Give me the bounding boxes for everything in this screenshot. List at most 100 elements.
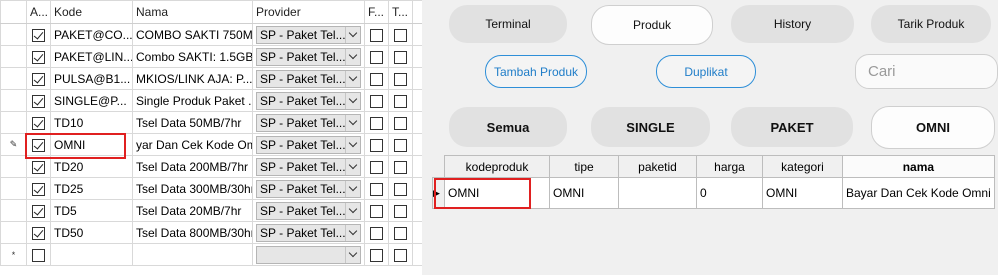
active-checkbox[interactable] xyxy=(32,226,45,240)
f-cell[interactable] xyxy=(364,177,389,200)
row-header[interactable] xyxy=(0,221,27,244)
f-checkbox[interactable] xyxy=(370,182,383,196)
row-header[interactable]: ✎ xyxy=(0,133,27,156)
t-checkbox[interactable] xyxy=(394,160,407,174)
t-cell[interactable] xyxy=(388,111,413,134)
filter-single-button[interactable]: SINGLE xyxy=(591,107,710,147)
t-checkbox[interactable] xyxy=(394,116,407,130)
chevron-down-icon[interactable] xyxy=(345,180,360,197)
row-header[interactable] xyxy=(0,199,27,222)
provider-cell[interactable]: SP - Paket Tel... xyxy=(252,199,365,222)
column-header-active[interactable]: A... xyxy=(26,0,51,24)
t-checkbox[interactable] xyxy=(394,28,407,42)
chevron-down-icon[interactable] xyxy=(345,70,360,87)
nama-cell[interactable]: Single Produk Paket ... xyxy=(132,89,253,112)
active-cell[interactable] xyxy=(26,23,51,46)
result-column-harga[interactable]: harga xyxy=(696,155,763,178)
row-header[interactable] xyxy=(0,111,27,134)
provider-cell[interactable]: SP - Paket Tel... xyxy=(252,177,365,200)
table-row[interactable]: SINGLE@P... Single Produk Paket ... SP - P… xyxy=(0,89,422,112)
chevron-down-icon[interactable] xyxy=(345,158,360,175)
column-header-provider[interactable]: Provider xyxy=(252,0,365,24)
nama-cell[interactable] xyxy=(132,243,253,266)
filter-paket-button[interactable]: PAKET xyxy=(731,107,853,147)
kode-cell[interactable]: TD50 xyxy=(50,221,133,244)
f-cell[interactable] xyxy=(364,89,389,112)
f-cell[interactable] xyxy=(364,133,389,156)
active-checkbox[interactable] xyxy=(32,248,45,262)
result-column-nama[interactable]: nama xyxy=(842,155,995,178)
column-header-nama[interactable]: Nama xyxy=(132,0,253,24)
tab-produk[interactable]: Produk xyxy=(591,5,713,45)
active-checkbox[interactable] xyxy=(32,182,45,196)
row-header[interactable] xyxy=(0,23,27,46)
f-checkbox[interactable] xyxy=(370,204,383,218)
nama-cell[interactable]: Tsel Data 20MB/7hr xyxy=(132,199,253,222)
chevron-down-icon[interactable] xyxy=(345,114,360,131)
chevron-down-icon[interactable] xyxy=(345,48,360,65)
t-checkbox[interactable] xyxy=(394,226,407,240)
provider-cell[interactable]: SP - Paket Tel... xyxy=(252,89,365,112)
f-checkbox[interactable] xyxy=(370,72,383,86)
provider-cell[interactable]: SP - Paket Tel... xyxy=(252,155,365,178)
t-cell[interactable] xyxy=(388,155,413,178)
f-cell[interactable] xyxy=(364,155,389,178)
t-checkbox[interactable] xyxy=(394,50,407,64)
f-cell[interactable] xyxy=(364,243,389,266)
row-header[interactable] xyxy=(0,45,27,68)
kode-cell[interactable] xyxy=(50,243,133,266)
active-checkbox[interactable] xyxy=(32,50,45,64)
provider-cell[interactable]: SP - Paket Tel... xyxy=(252,67,365,90)
search-input[interactable]: Cari xyxy=(855,54,998,89)
filter-omni-button[interactable]: OMNI xyxy=(871,106,995,149)
duplikat-button[interactable]: Duplikat xyxy=(656,55,756,88)
kode-cell[interactable]: PAKET@LIN... xyxy=(50,45,133,68)
row-header[interactable] xyxy=(0,89,27,112)
provider-dropdown[interactable]: SP - Paket Tel... xyxy=(256,179,361,198)
f-checkbox[interactable] xyxy=(370,248,383,262)
t-checkbox[interactable] xyxy=(394,94,407,108)
f-checkbox[interactable] xyxy=(370,116,383,130)
provider-dropdown[interactable]: SP - Paket Tel... xyxy=(256,157,361,176)
provider-dropdown[interactable]: SP - Paket Tel... xyxy=(256,223,361,242)
f-cell[interactable] xyxy=(364,67,389,90)
result-column-paketid[interactable]: paketid xyxy=(618,155,697,178)
t-cell[interactable] xyxy=(388,89,413,112)
provider-cell[interactable]: SP - Paket Tel... xyxy=(252,133,365,156)
provider-dropdown[interactable]: SP - Paket Tel... xyxy=(256,47,361,66)
active-cell[interactable] xyxy=(26,221,51,244)
provider-cell[interactable]: SP - Paket Tel... xyxy=(252,111,365,134)
result-cell-paketid[interactable] xyxy=(618,177,697,209)
t-checkbox[interactable] xyxy=(394,248,407,262)
chevron-down-icon[interactable] xyxy=(345,202,360,219)
active-cell[interactable] xyxy=(26,45,51,68)
result-cell-kategori[interactable]: OMNI xyxy=(762,177,843,209)
kode-cell[interactable]: PAKET@CO... xyxy=(50,23,133,46)
result-column-kodeproduk[interactable]: kodeproduk xyxy=(444,155,550,178)
active-checkbox[interactable] xyxy=(32,160,45,174)
nama-cell[interactable]: COMBO SAKTI 750M... xyxy=(132,23,253,46)
result-cell-harga[interactable]: 0 xyxy=(696,177,763,209)
provider-cell[interactable]: SP - Paket Tel... xyxy=(252,45,365,68)
provider-dropdown[interactable] xyxy=(256,245,361,264)
tab-tarik-produk[interactable]: Tarik Produk xyxy=(871,5,991,43)
column-header-t[interactable]: T... xyxy=(388,0,413,24)
kode-cell[interactable]: TD25 xyxy=(50,177,133,200)
row-header[interactable] xyxy=(0,177,27,200)
f-checkbox[interactable] xyxy=(370,160,383,174)
active-cell[interactable] xyxy=(26,199,51,222)
result-cell-nama[interactable]: Bayar Dan Cek Kode Omni xyxy=(842,177,995,209)
tab-terminal[interactable]: Terminal xyxy=(449,5,567,43)
active-cell[interactable] xyxy=(26,243,51,266)
chevron-down-icon[interactable] xyxy=(345,246,360,263)
active-checkbox[interactable] xyxy=(32,116,45,130)
column-header-f[interactable]: F... xyxy=(364,0,389,24)
provider-dropdown[interactable]: SP - Paket Tel... xyxy=(256,113,361,132)
active-checkbox[interactable] xyxy=(32,72,45,86)
provider-cell[interactable] xyxy=(252,243,365,266)
column-header-kode[interactable]: Kode xyxy=(50,0,133,24)
provider-dropdown[interactable]: SP - Paket Tel... xyxy=(256,25,361,44)
chevron-down-icon[interactable] xyxy=(345,224,360,241)
t-cell[interactable] xyxy=(388,199,413,222)
provider-cell[interactable]: SP - Paket Tel... xyxy=(252,221,365,244)
